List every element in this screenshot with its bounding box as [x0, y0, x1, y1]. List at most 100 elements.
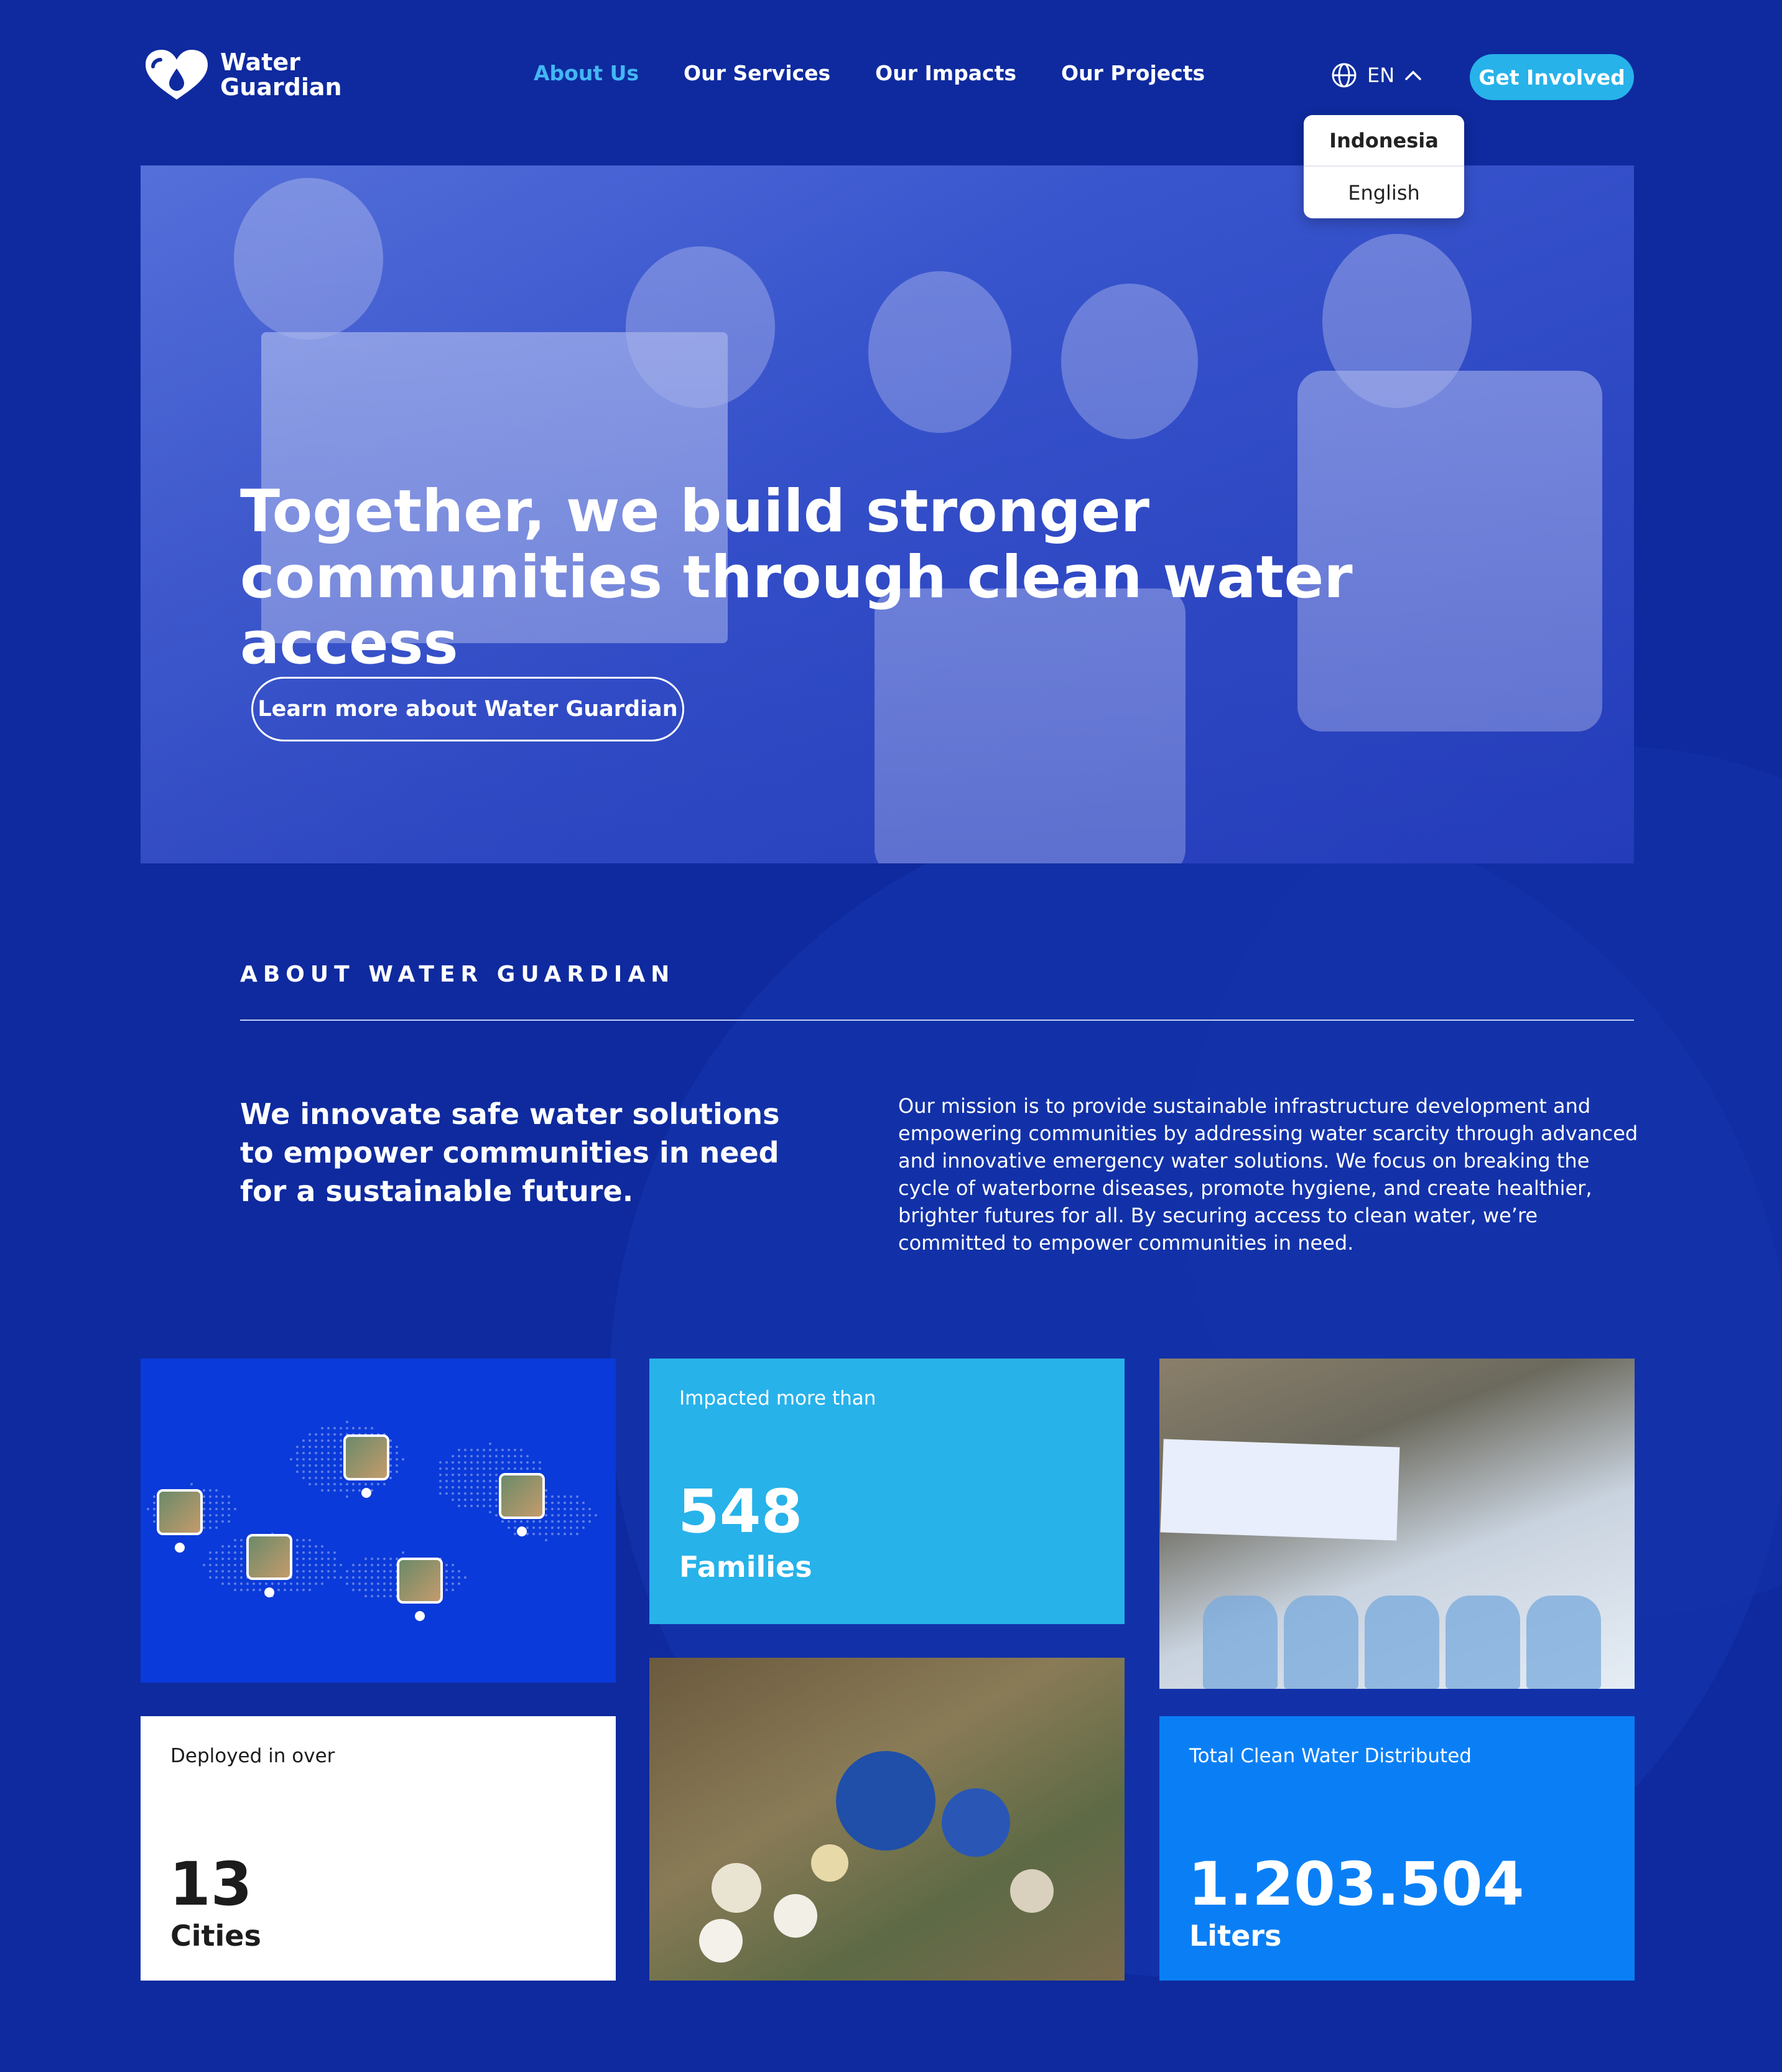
map-dot	[476, 1486, 479, 1489]
learn-more-button[interactable]: Learn more about Water Guardian	[251, 677, 684, 741]
map-dot	[389, 1446, 392, 1448]
map-dot	[551, 1533, 554, 1535]
map-dot	[327, 1427, 330, 1429]
map-dot	[470, 1480, 473, 1482]
map-dot	[501, 1449, 504, 1451]
map-dot	[445, 1492, 448, 1495]
map-dot	[526, 1467, 529, 1470]
map-dot	[508, 1467, 510, 1470]
map-dot	[352, 1427, 355, 1429]
map-dot	[483, 1474, 485, 1476]
site-header: Water Guardian About Us Our Services Our…	[0, 0, 1782, 218]
cities-stat-value: 13	[169, 1849, 253, 1919]
map-dot	[309, 1464, 311, 1467]
map-dot	[551, 1520, 554, 1523]
map-dot	[545, 1489, 547, 1492]
map-dot	[371, 1427, 373, 1429]
map-dot	[296, 1464, 299, 1467]
map-dot	[383, 1582, 386, 1585]
get-involved-button[interactable]: Get Involved	[1470, 54, 1634, 100]
map-dot	[383, 1576, 386, 1579]
photo-bucket	[1010, 1869, 1054, 1913]
map-dot	[240, 1589, 243, 1591]
map-dot	[315, 1446, 317, 1448]
map-location-photo[interactable]	[499, 1473, 545, 1519]
map-dot	[221, 1570, 224, 1573]
map-location-photo[interactable]	[397, 1558, 443, 1604]
map-dot	[209, 1520, 211, 1523]
map-dot	[383, 1558, 386, 1560]
map-dot	[570, 1502, 572, 1504]
map-dot	[470, 1505, 473, 1507]
map-dot	[253, 1589, 255, 1591]
map-dot	[458, 1461, 460, 1464]
map-dot	[396, 1446, 398, 1448]
map-dot	[234, 1558, 236, 1560]
map-dot	[551, 1508, 554, 1510]
map-dot	[570, 1514, 572, 1517]
map-dot	[190, 1483, 193, 1485]
map-dot	[495, 1467, 498, 1470]
photo-bottle	[1284, 1596, 1358, 1689]
map-dot	[377, 1564, 379, 1566]
map-dot	[576, 1502, 578, 1504]
map-dot	[364, 1483, 367, 1485]
language-option-indonesia[interactable]: Indonesia	[1304, 115, 1464, 167]
map-dot	[327, 1489, 330, 1492]
map-dot	[340, 1489, 342, 1492]
map-location-photo[interactable]	[343, 1434, 389, 1480]
map-dot	[439, 1486, 442, 1489]
photo-barrel	[836, 1751, 935, 1851]
map-dot	[389, 1477, 392, 1479]
map-dot	[464, 1467, 466, 1470]
map-dot	[253, 1582, 255, 1585]
nav-our-impacts[interactable]: Our Impacts	[875, 61, 1016, 85]
map-dot	[364, 1582, 367, 1585]
language-option-english[interactable]: English	[1304, 167, 1464, 218]
map-dot	[240, 1564, 243, 1566]
hero-banner: Together, we build stronger communities …	[141, 165, 1634, 863]
map-dot	[352, 1564, 355, 1566]
map-dot	[532, 1520, 535, 1523]
map-dot	[302, 1589, 305, 1591]
map-dot	[483, 1486, 485, 1489]
map-dot	[514, 1533, 516, 1535]
language-switcher[interactable]: EN	[1331, 62, 1422, 88]
map-dot	[240, 1576, 243, 1579]
map-dot	[321, 1458, 323, 1461]
nav-our-projects[interactable]: Our Projects	[1061, 61, 1205, 85]
map-dot	[445, 1570, 448, 1573]
nav-about-us[interactable]: About Us	[534, 61, 639, 85]
map-dot	[147, 1508, 149, 1510]
map-dot	[309, 1439, 311, 1442]
map-dot	[364, 1576, 367, 1579]
map-dot	[259, 1582, 261, 1585]
brand-logo[interactable]: Water Guardian	[142, 47, 342, 102]
map-dot	[470, 1449, 473, 1451]
map-dot	[389, 1452, 392, 1454]
map-dot	[464, 1474, 466, 1476]
map-dot	[209, 1502, 211, 1504]
nav-our-services[interactable]: Our Services	[684, 61, 830, 85]
map-dot	[508, 1455, 510, 1457]
map-dot	[520, 1449, 522, 1451]
map-dot	[321, 1433, 323, 1436]
map-dot	[383, 1483, 386, 1485]
map-dot	[327, 1470, 330, 1473]
map-location-photo[interactable]	[246, 1534, 292, 1580]
map-location-photo[interactable]	[157, 1489, 203, 1535]
map-dot	[489, 1480, 491, 1482]
map-dot	[526, 1461, 529, 1464]
map-dot	[514, 1455, 516, 1457]
map-dot	[358, 1483, 361, 1485]
map-dot	[234, 1508, 236, 1510]
map-dot	[508, 1520, 510, 1523]
map-dot	[302, 1470, 305, 1473]
map-dot	[458, 1474, 460, 1476]
map-dot	[476, 1498, 479, 1501]
photo-bottle	[1365, 1596, 1439, 1689]
map-dot	[495, 1514, 498, 1517]
map-dot	[371, 1576, 373, 1579]
map-dot	[302, 1570, 305, 1573]
map-dot	[346, 1582, 348, 1585]
